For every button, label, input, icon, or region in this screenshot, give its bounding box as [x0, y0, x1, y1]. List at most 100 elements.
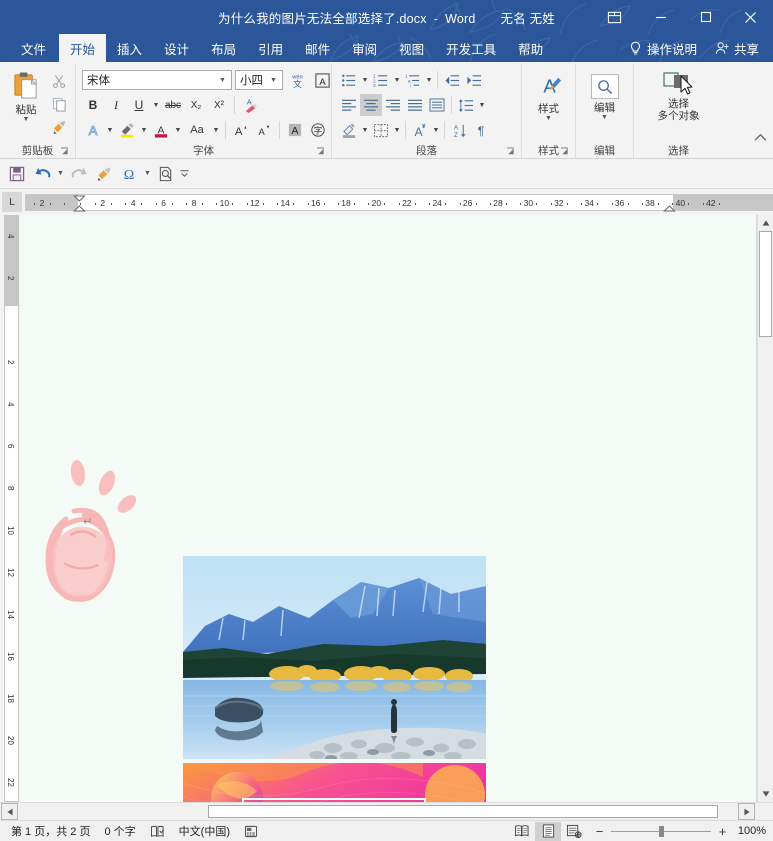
document-page[interactable]: ↵: [20, 215, 757, 802]
format-painter-button[interactable]: [48, 116, 70, 138]
tab-home[interactable]: 开始: [59, 34, 106, 62]
grow-font-button[interactable]: A: [230, 119, 252, 141]
copy-button[interactable]: [48, 93, 70, 115]
bold-button[interactable]: B: [82, 94, 104, 116]
editing-button[interactable]: 编辑 ▼: [585, 72, 625, 122]
tell-me-button[interactable]: 操作说明: [621, 34, 705, 62]
tab-layout[interactable]: 布局: [200, 34, 247, 62]
text-highlight-button[interactable]: [116, 119, 138, 141]
align-right-button[interactable]: [382, 94, 404, 116]
line-spacing-chevron-down-icon[interactable]: ▼: [477, 94, 487, 116]
shrink-font-button[interactable]: A: [253, 119, 275, 141]
multilevel-list-chevron-down-icon[interactable]: ▼: [424, 69, 434, 91]
underline-chevron-down-icon[interactable]: ▼: [151, 94, 161, 116]
scroll-up-button[interactable]: [758, 215, 773, 231]
tab-file[interactable]: 文件: [8, 34, 59, 62]
text-effects-chevron-down-icon[interactable]: ▼: [105, 119, 115, 141]
ruler-track[interactable]: 224681012141618202224262830323436384042: [25, 194, 773, 211]
asian-layout-button[interactable]: A: [409, 119, 431, 141]
scroll-left-button[interactable]: [1, 803, 18, 820]
show-paragraph-marks-button[interactable]: ¶: [470, 119, 492, 141]
multilevel-list-button[interactable]: 1 a i: [402, 69, 424, 91]
enclose-character-button[interactable]: 字: [307, 119, 329, 141]
tab-view[interactable]: 视图: [388, 34, 435, 62]
vertical-scroll-track[interactable]: [758, 231, 773, 786]
proofing-status[interactable]: [143, 822, 172, 841]
styles-dialog-launcher[interactable]: [559, 146, 570, 157]
tab-help[interactable]: 帮助: [507, 34, 554, 62]
print-preview-button[interactable]: [154, 162, 178, 186]
select-multiple-objects-button[interactable]: 选择 多个对象: [653, 69, 705, 124]
text-effects-button[interactable]: A: [82, 119, 104, 141]
vertical-ruler[interactable]: 42246810121416182022: [0, 215, 20, 802]
undo-button[interactable]: [30, 162, 54, 186]
decrease-indent-button[interactable]: [441, 69, 463, 91]
zoom-in-button[interactable]: +: [718, 824, 727, 839]
increase-indent-button[interactable]: [463, 69, 485, 91]
zoom-slider[interactable]: − +: [587, 824, 735, 839]
share-button[interactable]: 共享: [707, 34, 767, 62]
collapse-ribbon-button[interactable]: [754, 64, 773, 158]
page-indicator[interactable]: 第 1 页，共 2 页: [4, 822, 97, 841]
maximize-button[interactable]: [683, 0, 728, 34]
borders-button[interactable]: [370, 119, 392, 141]
zoom-track[interactable]: [611, 831, 711, 832]
asian-layout-chevron-down-icon[interactable]: ▼: [431, 119, 441, 141]
zoom-level[interactable]: 100%: [735, 825, 769, 837]
horizontal-scroll-thumb[interactable]: [208, 805, 718, 818]
horizontal-scrollbar[interactable]: [0, 802, 773, 820]
highlight-chevron-down-icon[interactable]: ▼: [139, 119, 149, 141]
paragraph-dialog-launcher[interactable]: [505, 146, 516, 157]
document-scroll-region[interactable]: ↵: [20, 215, 757, 802]
ribbon-display-options-button[interactable]: [595, 0, 633, 34]
doc-image-lake-mountain[interactable]: [183, 556, 486, 759]
underline-button[interactable]: U: [128, 94, 150, 116]
numbering-button[interactable]: 1 2 3: [370, 69, 392, 91]
word-count[interactable]: 0 个字: [97, 822, 142, 841]
doc-image-eps-gradient[interactable]: .EPS HELLO HEADLINE: [183, 763, 486, 802]
scroll-right-button[interactable]: [738, 803, 755, 820]
redo-button[interactable]: [67, 162, 91, 186]
sort-button[interactable]: A Z: [448, 119, 470, 141]
subscript-button[interactable]: X₂: [185, 94, 207, 116]
minimize-button[interactable]: [638, 0, 683, 34]
vertical-scrollbar[interactable]: [757, 215, 773, 802]
align-center-button[interactable]: [360, 94, 382, 116]
cut-button[interactable]: [48, 70, 70, 92]
borders-chevron-down-icon[interactable]: ▼: [392, 119, 402, 141]
view-web-layout[interactable]: [561, 822, 587, 841]
font-name-combo[interactable]: 宋体 ▼: [82, 70, 232, 90]
scroll-down-button[interactable]: [758, 786, 773, 802]
horizontal-scroll-track[interactable]: [18, 803, 738, 820]
character-shading-button[interactable]: A: [284, 119, 306, 141]
font-size-combo[interactable]: 小四 ▼: [235, 70, 283, 90]
font-color-button[interactable]: A: [150, 119, 172, 141]
symbol-chevron-down-icon[interactable]: ▼: [142, 162, 153, 186]
styles-button[interactable]: A 样式 ▼: [529, 72, 569, 123]
vertical-scroll-thumb[interactable]: [759, 231, 772, 337]
justify-button[interactable]: [404, 94, 426, 116]
accessibility-indicator[interactable]: [237, 822, 265, 841]
strikethrough-button[interactable]: abc: [162, 94, 184, 116]
view-print-layout[interactable]: [535, 822, 561, 841]
tab-stop-selector[interactable]: L: [2, 192, 22, 212]
tab-mailings[interactable]: 邮件: [294, 34, 341, 62]
phonetic-guide-button[interactable]: wén 文: [286, 69, 308, 91]
shading-chevron-down-icon[interactable]: ▼: [360, 119, 370, 141]
bullets-button[interactable]: [338, 69, 360, 91]
zoom-thumb[interactable]: [659, 826, 664, 837]
change-case-button[interactable]: Aa: [184, 119, 210, 141]
undo-chevron-down-icon[interactable]: ▼: [55, 162, 66, 186]
format-painter-button[interactable]: [92, 162, 116, 186]
tab-references[interactable]: 引用: [247, 34, 294, 62]
customize-qat-button[interactable]: [179, 162, 190, 186]
shading-button[interactable]: [338, 119, 360, 141]
font-dialog-launcher[interactable]: [315, 146, 326, 157]
bullets-chevron-down-icon[interactable]: ▼: [360, 69, 370, 91]
clipboard-dialog-launcher[interactable]: [59, 146, 70, 157]
paste-button[interactable]: 粘贴 ▼: [6, 67, 46, 124]
align-left-button[interactable]: [338, 94, 360, 116]
close-button[interactable]: [728, 0, 773, 34]
language-indicator[interactable]: 中文(中国): [172, 822, 237, 841]
tab-review[interactable]: 审阅: [341, 34, 388, 62]
